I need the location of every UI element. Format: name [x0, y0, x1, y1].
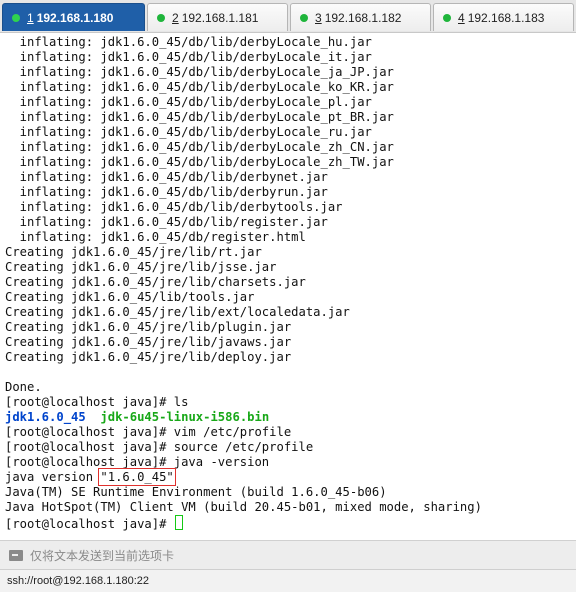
terminal-line: inflating: jdk1.6.0_45/db/lib/derbyLocal… — [5, 110, 394, 124]
terminal-line: inflating: jdk1.6.0_45/db/lib/derbyrun.j… — [5, 185, 328, 199]
tab-number: 4 — [458, 10, 465, 25]
terminal-line: [root@localhost java]# vim /etc/profile — [5, 425, 292, 439]
executable-file-entry: jdk-6u45-linux-i586.bin — [100, 410, 270, 424]
java-version-line: java version "1.6.0_45" — [5, 468, 176, 486]
terminal-line: [root@localhost java]# source /etc/profi… — [5, 440, 314, 454]
terminal-line: [root@localhost java]# java -version — [5, 455, 270, 469]
terminal-line: Creating jdk1.6.0_45/jre/lib/plugin.jar — [5, 320, 292, 334]
tab-title: 192.168.1.183 — [467, 10, 545, 25]
tab-2[interactable]: 2 192.168.1.181 — [147, 3, 288, 31]
status-bar: ssh://root@192.168.1.180:22 — [0, 569, 576, 592]
terminal-line: Java HotSpot(TM) Client VM (build 20.45-… — [5, 500, 482, 514]
connected-status-dot-icon — [443, 13, 451, 22]
terminal-line: Creating jdk1.6.0_45/jre/lib/jsse.jar — [5, 260, 277, 274]
ls-output-line: jdk1.6.0_45 jdk-6u45-linux-i586.bin — [5, 410, 269, 425]
send-bar[interactable]: 仅将文本发送到当前选项卡 — [0, 540, 576, 569]
tab-1[interactable]: 1 192.168.1.180 — [2, 3, 145, 31]
terminal-line: inflating: jdk1.6.0_45/db/lib/derbyLocal… — [5, 95, 372, 109]
terminal-line: inflating: jdk1.6.0_45/db/lib/derbyLocal… — [5, 155, 394, 169]
terminal-line: inflating: jdk1.6.0_45/db/lib/derbyLocal… — [5, 140, 394, 154]
tab-number: 2 — [172, 10, 179, 25]
tab-number: 1 — [27, 10, 34, 25]
terminal-line: inflating: jdk1.6.0_45/db/lib/derbyLocal… — [5, 80, 394, 94]
version-prefix: java version — [5, 470, 101, 484]
terminal-line: inflating: jdk1.6.0_45/db/lib/derbyLocal… — [5, 50, 372, 64]
tab-3[interactable]: 3 192.168.1.182 — [290, 3, 431, 31]
directory-entry: jdk1.6.0_45 — [5, 410, 86, 424]
prompt-line: [root@localhost java]# — [5, 515, 183, 531]
terminal-line: Done. — [5, 380, 42, 394]
text-cursor — [174, 515, 183, 530]
terminal-line: Creating jdk1.6.0_45/jre/lib/javaws.jar — [5, 335, 292, 349]
tab-title: 192.168.1.180 — [36, 10, 114, 25]
shell-prompt: [root@localhost java]# — [5, 517, 174, 531]
send-input-placeholder[interactable]: 仅将文本发送到当前选项卡 — [30, 547, 174, 564]
terminal-line: Creating jdk1.6.0_45/jre/lib/charsets.ja… — [5, 275, 306, 289]
terminal-line: inflating: jdk1.6.0_45/db/lib/derbytools… — [5, 200, 343, 214]
tab-bar: 1 192.168.1.180 2 192.168.1.181 3 192.16… — [0, 0, 576, 33]
terminal-line: [root@localhost java]# ls — [5, 395, 189, 409]
tab-4[interactable]: 4 192.168.1.183 — [433, 3, 574, 31]
connection-url: ssh://root@192.168.1.180:22 — [7, 575, 150, 587]
send-icon[interactable] — [9, 549, 23, 561]
tab-number: 3 — [315, 10, 322, 25]
terminal-line: inflating: jdk1.6.0_45/db/register.html — [5, 230, 306, 244]
connected-status-dot-icon — [12, 13, 20, 22]
highlighted-version-value: "1.6.0_45" — [98, 468, 176, 486]
terminal-line: Creating jdk1.6.0_45/jre/lib/deploy.jar — [5, 350, 292, 364]
connected-status-dot-icon — [300, 13, 308, 22]
terminal-line: inflating: jdk1.6.0_45/db/lib/derbyLocal… — [5, 35, 372, 49]
terminal-line: inflating: jdk1.6.0_45/db/lib/register.j… — [5, 215, 328, 229]
terminal-line: Creating jdk1.6.0_45/jre/lib/rt.jar — [5, 245, 262, 259]
terminal-line: Java(TM) SE Runtime Environment (build 1… — [5, 485, 387, 499]
terminal-line: inflating: jdk1.6.0_45/db/lib/derbyLocal… — [5, 65, 394, 79]
terminal-line: Creating jdk1.6.0_45/jre/lib/ext/localed… — [5, 305, 350, 319]
terminal-line: inflating: jdk1.6.0_45/db/lib/derbyLocal… — [5, 125, 372, 139]
terminal-line: Creating jdk1.6.0_45/lib/tools.jar — [5, 290, 255, 304]
terminal-output[interactable]: inflating: jdk1.6.0_45/db/lib/derbyLocal… — [0, 34, 576, 540]
tab-title: 192.168.1.181 — [181, 10, 259, 25]
connected-status-dot-icon — [157, 13, 165, 22]
tab-title: 192.168.1.182 — [324, 10, 402, 25]
terminal-line: inflating: jdk1.6.0_45/db/lib/derbynet.j… — [5, 170, 328, 184]
